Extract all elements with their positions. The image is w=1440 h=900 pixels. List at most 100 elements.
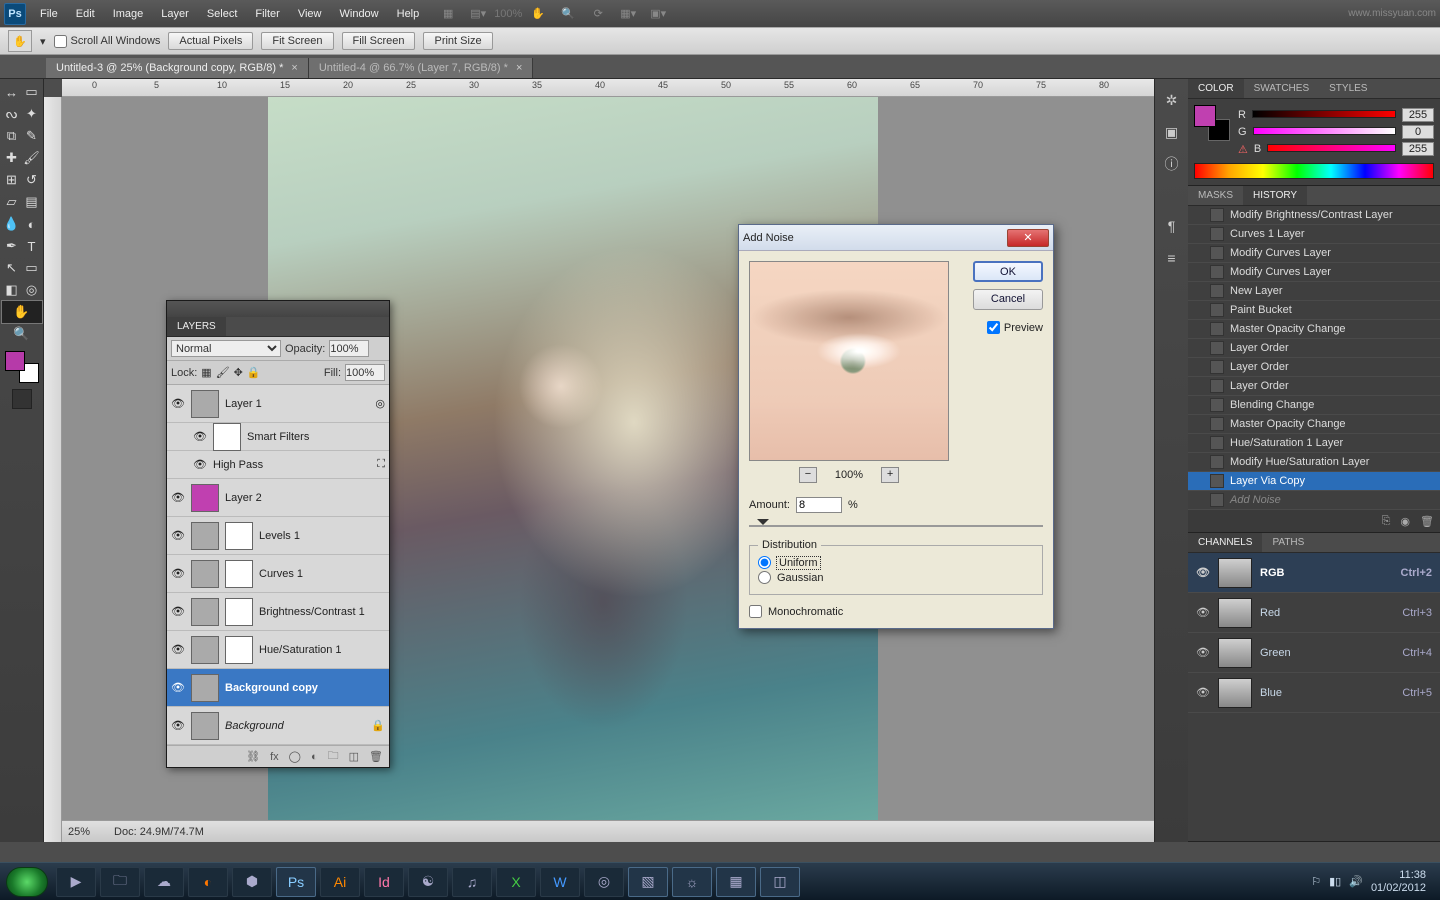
uniform-radio[interactable]: Uniform — [758, 556, 1034, 569]
adjustment-brightness[interactable]: 👁Brightness/Contrast 1 — [167, 593, 389, 631]
hand-opt-icon[interactable]: ✋ — [529, 5, 547, 23]
taskbar-app[interactable]: ⬢ — [232, 867, 272, 897]
print-size-button[interactable]: Print Size — [423, 32, 492, 50]
dodge-tool[interactable]: ◐ — [22, 213, 42, 235]
path-tool[interactable]: ↖ — [2, 257, 22, 279]
adjustment-curves[interactable]: 👁Curves 1 — [167, 555, 389, 593]
menu-filter[interactable]: Filter — [247, 4, 287, 24]
visibility-icon[interactable]: 👁 — [171, 643, 185, 656]
zoom-out-button[interactable]: − — [799, 467, 817, 483]
tab-color[interactable]: COLOR — [1188, 79, 1244, 98]
amount-input[interactable] — [796, 497, 842, 513]
actual-pixels-button[interactable]: Actual Pixels — [168, 32, 253, 50]
history-item[interactable]: Modify Brightness/Contrast Layer — [1188, 206, 1440, 225]
zoom-tool[interactable]: 🔍 — [2, 323, 42, 345]
type-tool[interactable]: T — [22, 235, 42, 257]
visibility-icon[interactable]: 👁 — [193, 430, 207, 443]
zoom-in-button[interactable]: + — [881, 467, 899, 483]
tray-network-icon[interactable]: ▮▯ — [1329, 875, 1341, 888]
r-input[interactable] — [1402, 108, 1434, 122]
create-doc-from-state-icon[interactable]: ⎘ — [1382, 515, 1391, 528]
fill-screen-button[interactable]: Fill Screen — [342, 32, 416, 50]
history-item[interactable]: Paint Bucket — [1188, 301, 1440, 320]
tab-swatches[interactable]: SWATCHES — [1244, 79, 1320, 98]
close-button[interactable]: ✕ — [1007, 229, 1049, 247]
layer-item[interactable]: 👁Layer 1◎ — [167, 385, 389, 423]
history-item[interactable]: Layer Order — [1188, 358, 1440, 377]
panel-titlebar[interactable] — [167, 301, 389, 317]
lock-all-icon[interactable]: 🔒 — [247, 366, 261, 379]
panel-fgbg-swatch[interactable] — [1194, 105, 1230, 141]
ok-button[interactable]: OK — [973, 261, 1043, 282]
taskbar-photoshop[interactable]: Ps — [276, 867, 316, 897]
lock-pixels-icon[interactable]: 🖌 — [216, 366, 230, 379]
filter-preview[interactable] — [749, 261, 949, 461]
arrange-docs-icon[interactable]: ▦▾ — [619, 5, 637, 23]
tab-channels[interactable]: CHANNELS — [1188, 533, 1262, 552]
delete-state-icon[interactable]: 🗑 — [1420, 515, 1434, 528]
wand-tool[interactable]: ✦ — [22, 103, 42, 125]
eraser-tool[interactable]: ▱ — [2, 191, 22, 213]
layer-background-copy[interactable]: 👁Background copy — [167, 669, 389, 707]
menu-window[interactable]: Window — [332, 4, 387, 24]
history-item[interactable]: Curves 1 Layer — [1188, 225, 1440, 244]
smart-filters[interactable]: 👁Smart Filters — [167, 423, 389, 451]
quickmask-toggle[interactable] — [12, 389, 32, 409]
r-slider[interactable] — [1252, 110, 1396, 120]
visibility-icon[interactable]: 👁 — [171, 681, 185, 694]
layer-background[interactable]: 👁Background🔒 — [167, 707, 389, 745]
b-input[interactable] — [1402, 142, 1434, 156]
lock-transparent-icon[interactable]: ▦ — [201, 366, 211, 379]
menu-edit[interactable]: Edit — [68, 4, 103, 24]
fit-screen-button[interactable]: Fit Screen — [261, 32, 333, 50]
eyedropper-tool[interactable]: ✎ — [22, 125, 42, 147]
menu-file[interactable]: File — [32, 4, 66, 24]
menu-view[interactable]: View — [290, 4, 330, 24]
status-zoom[interactable]: 25% — [68, 826, 90, 838]
taskbar-excel[interactable]: X — [496, 867, 536, 897]
fill-input[interactable] — [345, 364, 385, 381]
visibility-icon[interactable]: 👁 — [171, 529, 185, 542]
taskbar-running[interactable]: ☼ — [672, 867, 712, 897]
taskbar-explorer[interactable]: 🗀 — [100, 867, 140, 897]
preview-checkbox[interactable]: Preview — [987, 321, 1043, 334]
mask-icon[interactable]: ◯ — [289, 750, 301, 763]
history-item[interactable]: Master Opacity Change — [1188, 415, 1440, 434]
history-item[interactable]: Modify Curves Layer — [1188, 263, 1440, 282]
start-button[interactable] — [6, 867, 48, 897]
rotate-view-icon[interactable]: ⟳ — [589, 5, 607, 23]
gradient-tool[interactable]: ▤ — [22, 191, 42, 213]
blur-tool[interactable]: 💧 — [2, 213, 22, 235]
layer-item[interactable]: 👁Layer 2 — [167, 479, 389, 517]
tray-clock[interactable]: 11:3801/02/2012 — [1371, 869, 1426, 895]
new-snapshot-icon[interactable]: ◉ — [1400, 515, 1410, 528]
screen-mode-icon[interactable]: ▣▾ — [649, 5, 667, 23]
character-icon[interactable]: ¶ — [1161, 215, 1183, 237]
doc-tab-2[interactable]: Untitled-4 @ 66.7% (Layer 7, RGB/8) *× — [309, 58, 534, 78]
tab-layers[interactable]: LAYERS — [167, 317, 226, 336]
menu-help[interactable]: Help — [389, 4, 428, 24]
pen-tool[interactable]: ✒ — [2, 235, 22, 257]
info-icon[interactable]: ⓘ — [1161, 153, 1183, 175]
tab-masks[interactable]: MASKS — [1188, 186, 1243, 205]
visibility-icon[interactable]: 👁 — [171, 567, 185, 580]
zoom-opt-icon[interactable]: 🔍 — [559, 5, 577, 23]
adjustment-icon[interactable]: ◐ — [311, 751, 318, 763]
move-tool[interactable]: ↔ — [2, 81, 22, 103]
lasso-tool[interactable]: ᔓ — [2, 103, 22, 125]
view-extras-icon[interactable]: ▤▾ — [469, 5, 487, 23]
brush-tool[interactable]: 🖌 — [22, 147, 42, 169]
history-item[interactable]: Hue/Saturation 1 Layer — [1188, 434, 1440, 453]
tray-volume-icon[interactable]: 🔊 — [1349, 875, 1363, 888]
taskbar-running[interactable]: ◫ — [760, 867, 800, 897]
dialog-titlebar[interactable]: Add Noise ✕ — [739, 225, 1053, 251]
cancel-button[interactable]: Cancel — [973, 289, 1043, 310]
amount-slider[interactable] — [749, 517, 1043, 535]
history-item[interactable]: Modify Hue/Saturation Layer — [1188, 453, 1440, 472]
opacity-input[interactable] — [329, 340, 369, 357]
taskbar-indesign[interactable]: Id — [364, 867, 404, 897]
history-item[interactable]: Layer Order — [1188, 377, 1440, 396]
3d-tool[interactable]: ◧ — [2, 279, 22, 301]
taskbar-word[interactable]: W — [540, 867, 580, 897]
taskbar-media[interactable]: ▶ — [56, 867, 96, 897]
